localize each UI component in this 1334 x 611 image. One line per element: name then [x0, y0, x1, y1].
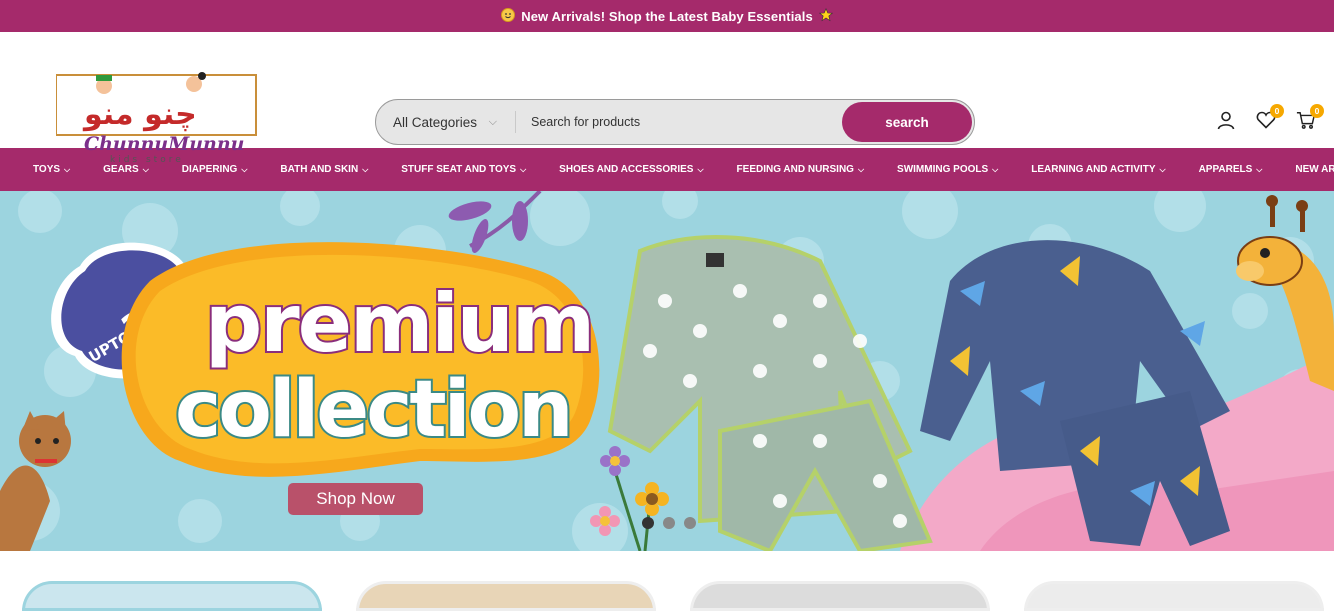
logo-brand-text: ChunnuMunnu	[84, 133, 244, 155]
chevron-down-icon: ⌵	[1256, 164, 1263, 174]
announcement-bar: New Arrivals! Shop the Latest Baby Essen…	[0, 0, 1334, 32]
chevron-down-icon: ⌵	[697, 164, 704, 174]
nav-item-new-arrivals[interactable]: NEW ARRIVALS	[1295, 164, 1334, 175]
carousel-dot-1[interactable]	[642, 517, 654, 529]
nav-item-stuff-seat-and-toys[interactable]: STUFF SEAT AND TOYS ⌵	[401, 164, 526, 175]
nav-item-label: SWIMMING POOLS	[897, 164, 989, 175]
site-header: چنو منو ChunnuMunnu kids store All Categ…	[0, 32, 1334, 165]
nav-item-label: BATH AND SKIN	[280, 164, 359, 175]
star-icon	[818, 7, 833, 25]
carousel-dot-3[interactable]	[684, 517, 696, 529]
category-select-label: All Categories	[393, 114, 478, 130]
nav-item-label: LEARNING AND ACTIVITY	[1031, 164, 1156, 175]
chevron-down-icon: ⌵	[520, 164, 527, 174]
category-select[interactable]: All Categories ⌵	[376, 111, 516, 133]
baby-face-icon	[501, 7, 516, 25]
nav-item-bath-and-skin[interactable]: BATH AND SKIN ⌵	[280, 164, 368, 175]
hero-title-line1: premium	[205, 277, 593, 370]
search-button[interactable]: search	[842, 102, 972, 142]
hero-banner[interactable]: UPTO 35% FF premium collection	[0, 191, 1334, 551]
nav-item-label: APPARELS	[1198, 164, 1253, 175]
chevron-down-icon: ⌵	[1159, 164, 1166, 174]
nav-item-feeding-and-nursing[interactable]: FEEDING AND NURSING ⌵	[737, 164, 865, 175]
announcement-text: New Arrivals! Shop the Latest Baby Essen…	[521, 8, 813, 24]
nav-item-learning-and-activity[interactable]: LEARNING AND ACTIVITY ⌵	[1031, 164, 1165, 175]
site-logo[interactable]: چنو منو ChunnuMunnu kids store	[55, 70, 262, 170]
category-card[interactable]	[22, 581, 322, 611]
chevron-down-icon: ⌵	[488, 115, 497, 128]
nav-item-label: NEW ARRIVALS	[1295, 164, 1334, 175]
category-card[interactable]	[356, 581, 656, 611]
chevron-down-icon: ⌵	[362, 164, 369, 174]
category-cards-row	[0, 575, 1334, 611]
chevron-down-icon: ⌵	[857, 164, 865, 174]
nav-item-label: FEEDING AND NURSING	[736, 164, 854, 175]
wishlist-count-badge: 0	[1270, 104, 1284, 118]
nav-item-apparels[interactable]: APPARELS ⌵	[1199, 164, 1263, 175]
logo-script-text: چنو منو	[82, 97, 197, 132]
shop-now-button[interactable]: Shop Now	[288, 483, 423, 515]
svg-text:kids store: kids store	[110, 155, 184, 165]
chevron-down-icon: ⌵	[992, 164, 999, 174]
nav-item-label: STUFF SEAT AND TOYS	[401, 164, 517, 175]
nav-item-shoes-and-accessories[interactable]: SHOES AND ACCESSORIES ⌵	[559, 164, 703, 175]
nav-item-label: SHOES AND ACCESSORIES	[559, 164, 694, 175]
search-bar: All Categories ⌵ search	[375, 99, 975, 145]
cart-icon[interactable]: 0	[1296, 104, 1324, 130]
nav-item-swimming-pools[interactable]: SWIMMING POOLS ⌵	[897, 164, 998, 175]
hero-title-line2: collection	[175, 365, 571, 455]
category-card[interactable]	[690, 581, 990, 611]
hero-carousel-dots	[642, 517, 696, 529]
account-icon[interactable]	[1216, 110, 1236, 130]
carousel-dot-2[interactable]	[663, 517, 675, 529]
category-card[interactable]	[1024, 581, 1324, 611]
hero-artwork: UPTO 35% FF premium collection	[0, 191, 1334, 551]
cart-count-badge: 0	[1310, 104, 1324, 118]
wishlist-icon[interactable]: 0	[1256, 104, 1284, 130]
header-actions: 0 0	[1216, 104, 1324, 130]
